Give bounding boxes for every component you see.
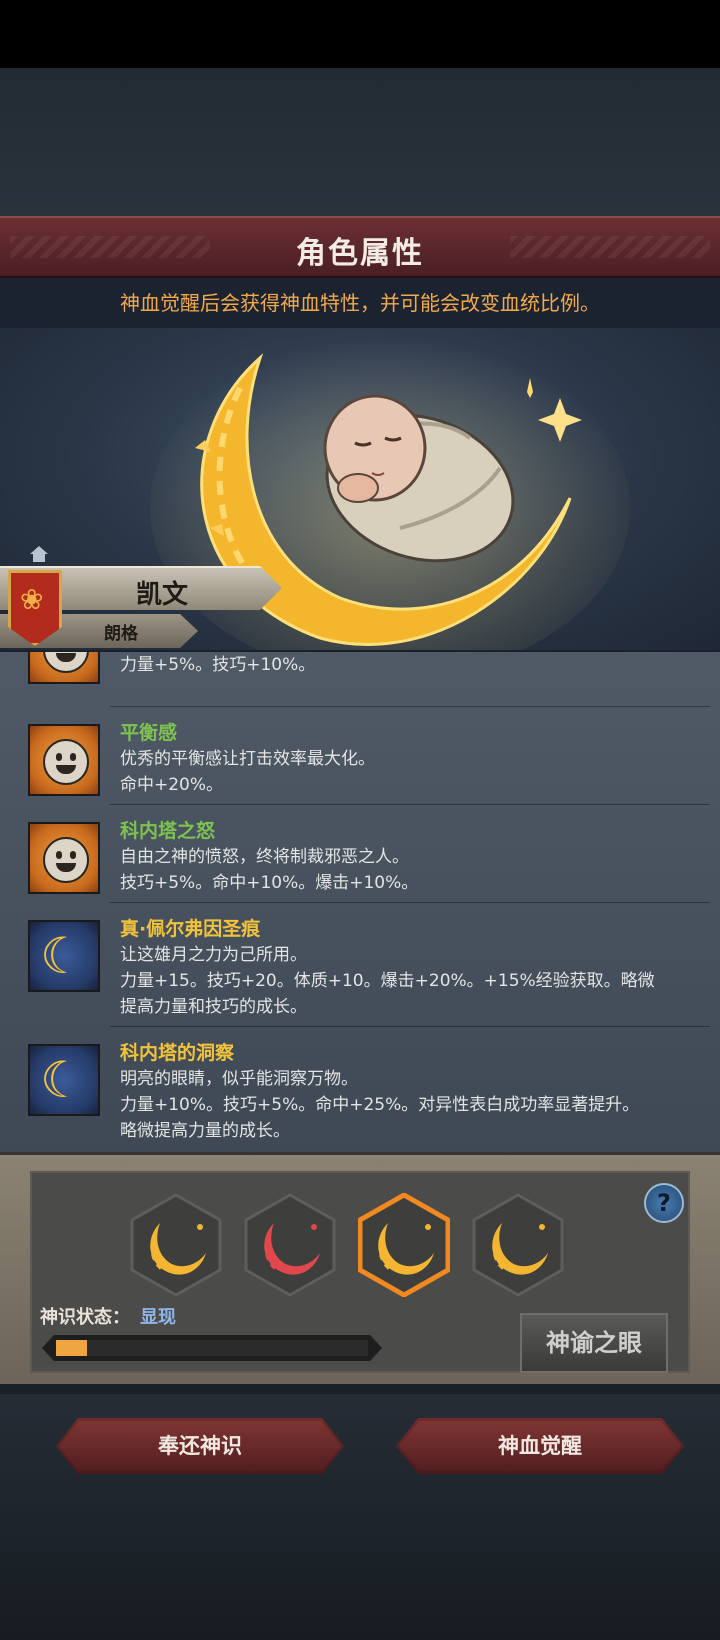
trait-name: 科内塔之怒	[120, 820, 216, 842]
crescent-rune-icon	[130, 1193, 222, 1297]
divine-rune-panel: ? 神识状态： 显现 神谕之眼	[0, 1152, 720, 1387]
status-label: 神识状态：	[40, 1307, 130, 1328]
moon-icon: ☾	[28, 1044, 100, 1116]
divider	[110, 706, 710, 707]
crescent-rune-icon	[244, 1193, 336, 1297]
trait-name: 科内塔的洞察	[120, 1042, 235, 1064]
return-divine-sense-button[interactable]: 奉还神识	[56, 1418, 344, 1474]
progress-fill	[56, 1340, 88, 1356]
top-background	[0, 68, 720, 216]
status-value: 显现	[140, 1307, 176, 1328]
trait-effect: 命中+20%。	[120, 775, 224, 795]
character-name: 凯文	[136, 580, 189, 610]
trait-effect: 技巧+5%。命中+10%。爆击+10%。	[120, 873, 419, 893]
awakening-progress-bar	[42, 1335, 382, 1361]
oracle-eye-button[interactable]: 神谕之眼	[520, 1313, 668, 1373]
crescent-rune-icon	[357, 1192, 451, 1298]
trait-description: 自由之神的愤怒，终将制裁邪恶之人。	[120, 847, 409, 867]
help-button[interactable]: ?	[644, 1183, 684, 1223]
divider	[110, 902, 710, 903]
rune-slot-3[interactable]	[357, 1192, 451, 1298]
rune-slot-1[interactable]	[130, 1193, 222, 1297]
divider	[110, 804, 710, 805]
page-title: 角色属性	[296, 236, 424, 271]
divider	[110, 1026, 710, 1027]
trait-effect-cont: 提高力量和技巧的成长。	[120, 997, 307, 1017]
home-icon[interactable]	[30, 546, 48, 562]
trait-description: 让这雄月之力为己所用。	[120, 945, 307, 965]
smile-icon	[28, 822, 100, 894]
trait-effect: 力量+15。技巧+20。体质+10。爆击+20%。+15%经验获取。略微	[120, 971, 655, 991]
trait-name: 真·佩尔弗因圣痕	[120, 918, 261, 940]
title-band: 角色属性	[0, 216, 720, 278]
character-surname: 朗格	[104, 624, 138, 644]
trait-list[interactable]: 力量+5%。技巧+10%。 平衡感 优秀的平衡感让打击效率最大化。 命中+20%…	[0, 652, 720, 1152]
trait-description: 明亮的眼睛，似乎能洞察万物。	[120, 1069, 358, 1089]
trait-name: 平衡感	[120, 722, 178, 744]
smile-icon	[28, 652, 100, 684]
trait-effect-cont: 略微提高力量的成长。	[120, 1121, 290, 1141]
smile-icon	[28, 724, 100, 796]
trait-description: 优秀的平衡感让打击效率最大化。	[120, 749, 375, 769]
divine-blood-awaken-button[interactable]: 神血觉醒	[396, 1418, 684, 1474]
top-bar	[0, 0, 720, 68]
rune-slot-4[interactable]	[472, 1193, 564, 1297]
rune-inner-frame: ? 神识状态： 显现 神谕之眼	[30, 1171, 690, 1373]
subtitle-hint: 神血觉醒后会获得神血特性，并可能会改变血统比例。	[0, 278, 720, 328]
crescent-rune-icon	[472, 1193, 564, 1297]
flame-icon: ❀	[20, 583, 44, 616]
rune-slot-2[interactable]	[244, 1193, 336, 1297]
trait-effect: 力量+10%。技巧+5%。命中+25%。对异性表白成功率显著提升。	[120, 1095, 640, 1115]
bottom-action-bar: 奉还神识 神血觉醒	[0, 1384, 720, 1640]
moon-icon: ☾	[28, 920, 100, 992]
trait-effect: 力量+5%。技巧+10%。	[120, 655, 316, 675]
